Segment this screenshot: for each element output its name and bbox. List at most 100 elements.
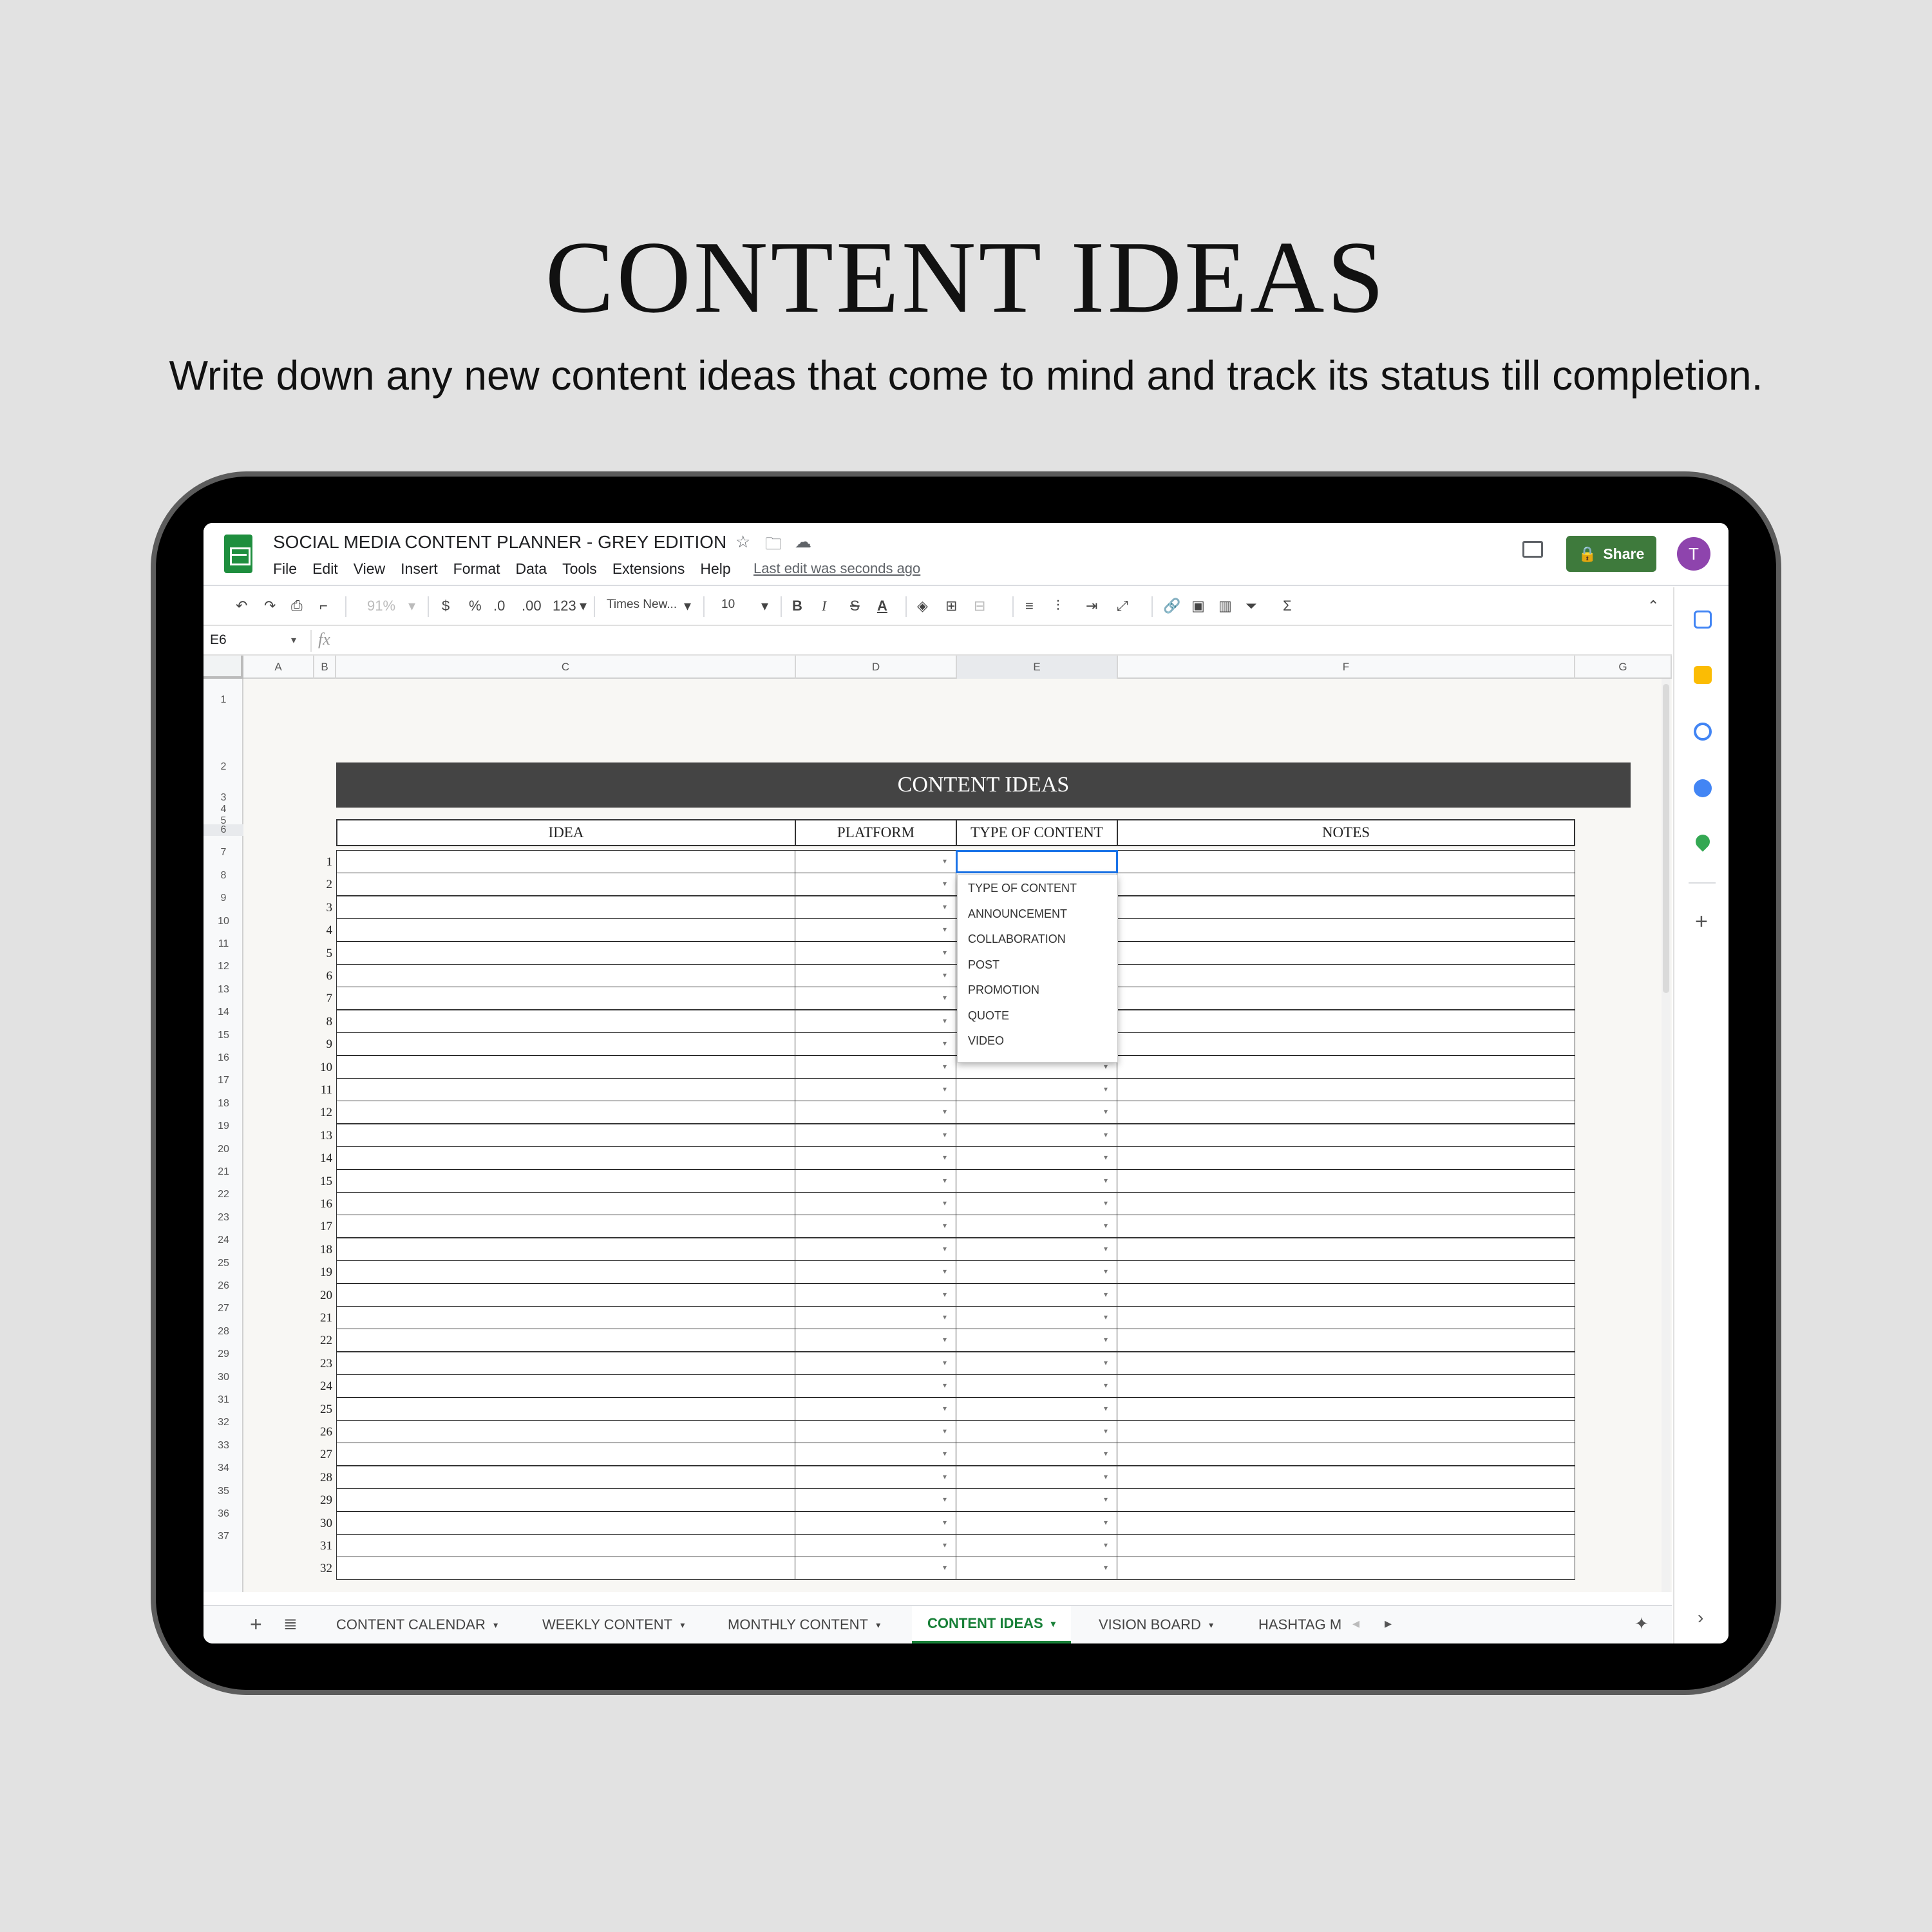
dropdown-chevron-icon[interactable]: ▾ — [943, 857, 947, 866]
cell-notes[interactable] — [1117, 1123, 1575, 1147]
expand-panel-icon[interactable]: › — [1698, 1607, 1703, 1628]
row-header-25[interactable]: 25 — [204, 1258, 243, 1269]
cell-type[interactable] — [956, 1169, 1118, 1193]
cell-type[interactable] — [956, 1215, 1118, 1238]
dropdown-option[interactable]: QUOTE — [968, 1009, 1009, 1023]
dropdown-chevron-icon[interactable]: ▾ — [1104, 1518, 1108, 1527]
dropdown-option[interactable]: TYPE OF CONTENT — [968, 882, 1077, 895]
dropdown-chevron-icon[interactable]: ▾ — [1104, 1290, 1108, 1299]
dropdown-chevron-icon[interactable]: ▾ — [1104, 1472, 1108, 1481]
cell-notes[interactable] — [1117, 1146, 1575, 1170]
cell-platform[interactable] — [795, 1511, 957, 1535]
cell-platform[interactable] — [795, 1237, 957, 1261]
cell-idea[interactable] — [336, 895, 796, 919]
row-header-15[interactable]: 15 — [204, 1030, 243, 1041]
row-header-19[interactable]: 19 — [204, 1121, 243, 1132]
vertical-scroll-thumb[interactable] — [1663, 684, 1669, 993]
more-formats-button[interactable]: 123 — [553, 598, 576, 614]
cell-idea[interactable] — [336, 1146, 796, 1170]
tabs-scroll-right-icon[interactable]: ▸ — [1385, 1615, 1392, 1632]
cell-type[interactable] — [956, 1465, 1118, 1489]
more-formats-chevron-icon[interactable]: ▾ — [580, 598, 587, 614]
cell-type[interactable] — [956, 1123, 1118, 1147]
dropdown-chevron-icon[interactable]: ▾ — [943, 1016, 947, 1025]
cell-platform[interactable] — [795, 1215, 957, 1238]
row-header-13[interactable]: 13 — [204, 984, 243, 996]
dropdown-chevron-icon[interactable]: ▾ — [943, 993, 947, 1002]
cell-platform[interactable] — [795, 1465, 957, 1489]
cell-idea[interactable] — [336, 1237, 796, 1261]
cell-idea[interactable] — [336, 1351, 796, 1375]
document-title[interactable]: SOCIAL MEDIA CONTENT PLANNER - GREY EDIT… — [273, 532, 726, 553]
dropdown-chevron-icon[interactable]: ▾ — [943, 971, 947, 980]
dropdown-chevron-icon[interactable]: ▾ — [943, 1176, 947, 1185]
horizontal-align-icon[interactable]: ≡ — [1025, 598, 1034, 614]
cell-notes[interactable] — [1117, 1078, 1575, 1101]
menu-data[interactable]: Data — [516, 560, 547, 578]
row-header-29[interactable]: 29 — [204, 1349, 243, 1360]
dropdown-chevron-icon[interactable]: ▾ — [943, 1563, 947, 1572]
last-edit-link[interactable]: Last edit was seconds ago — [753, 560, 920, 577]
column-header-b[interactable]: B — [314, 656, 336, 679]
cell-notes[interactable] — [1117, 1192, 1575, 1215]
cell-platform[interactable] — [795, 1557, 957, 1580]
cloud-status-icon[interactable]: ☁ — [795, 532, 811, 552]
dropdown-chevron-icon[interactable]: ▾ — [1104, 1084, 1108, 1094]
add-sheet-icon[interactable]: + — [250, 1613, 262, 1636]
cell-idea[interactable] — [336, 1260, 796, 1284]
cell-idea[interactable] — [336, 1192, 796, 1215]
dropdown-chevron-icon[interactable]: ▾ — [1104, 1107, 1108, 1116]
cell-idea[interactable] — [336, 1101, 796, 1124]
cell-platform[interactable] — [795, 1123, 957, 1147]
dropdown-chevron-icon[interactable]: ▾ — [1104, 1335, 1108, 1344]
maps-icon[interactable] — [1692, 831, 1713, 852]
dropdown-chevron-icon[interactable]: ▾ — [943, 948, 947, 957]
filter-icon[interactable]: ⏷ — [1245, 598, 1257, 614]
keep-icon[interactable] — [1694, 666, 1712, 684]
row-header-8[interactable]: 8 — [204, 870, 243, 882]
increase-decimal-button[interactable]: .00 — [522, 598, 542, 614]
sheet-grid[interactable]: A B C D E F G 1 2 3 4 5 6 7 8 9 10 11 12 13 14 15 16 17 1… — [204, 656, 1672, 1592]
row-header-17[interactable]: 17 — [204, 1075, 243, 1086]
menu-format[interactable]: Format — [453, 560, 500, 578]
row-header-1[interactable]: 1 — [204, 694, 243, 706]
dropdown-chevron-icon[interactable]: ▾ — [1104, 1221, 1108, 1230]
selected-cell[interactable] — [956, 850, 1118, 873]
row-header-10[interactable]: 10 — [204, 916, 243, 927]
tasks-icon[interactable] — [1694, 723, 1712, 741]
cell-platform[interactable] — [795, 1443, 957, 1466]
menu-extensions[interactable]: Extensions — [612, 560, 685, 578]
row-header-7[interactable]: 7 — [204, 847, 243, 858]
cell-idea[interactable] — [336, 987, 796, 1010]
dropdown-chevron-icon[interactable]: ▾ — [1104, 1358, 1108, 1367]
dropdown-chevron-icon[interactable]: ▾ — [943, 1495, 947, 1504]
cell-platform[interactable] — [795, 987, 957, 1010]
tabs-scroll-left-icon[interactable]: ◂ — [1352, 1615, 1359, 1632]
select-all-corner[interactable] — [204, 656, 243, 679]
redo-icon[interactable]: ↷ — [264, 598, 276, 614]
menu-view[interactable]: View — [354, 560, 385, 578]
row-header-20[interactable]: 20 — [204, 1144, 243, 1155]
dropdown-chevron-icon[interactable]: ▾ — [1104, 1426, 1108, 1435]
paint-format-icon[interactable]: ⌐ — [319, 598, 328, 614]
cell-idea[interactable] — [336, 1329, 796, 1352]
cell-type[interactable] — [956, 1511, 1118, 1535]
dropdown-chevron-icon[interactable]: ▾ — [943, 879, 947, 888]
cell-type[interactable] — [956, 1237, 1118, 1261]
borders-icon[interactable]: ⊞ — [945, 598, 957, 614]
row-header-27[interactable]: 27 — [204, 1303, 243, 1314]
dropdown-chevron-icon[interactable]: ▾ — [1104, 1404, 1108, 1413]
star-icon[interactable]: ☆ — [735, 532, 750, 552]
cell-idea[interactable] — [336, 1420, 796, 1443]
cell-notes[interactable] — [1117, 1511, 1575, 1535]
cell-notes[interactable] — [1117, 964, 1575, 987]
cell-idea[interactable] — [336, 1465, 796, 1489]
cell-idea[interactable] — [336, 964, 796, 987]
avatar[interactable]: T — [1677, 537, 1710, 571]
tab-monthly-content[interactable]: MONTHLY CONTENT ▾ — [728, 1606, 880, 1643]
cell-notes[interactable] — [1117, 1260, 1575, 1284]
contacts-icon[interactable] — [1694, 779, 1712, 797]
row-header-9[interactable]: 9 — [204, 893, 243, 904]
dropdown-option[interactable]: POST — [968, 958, 999, 972]
dropdown-chevron-icon[interactable]: ▾ — [1104, 1381, 1108, 1390]
